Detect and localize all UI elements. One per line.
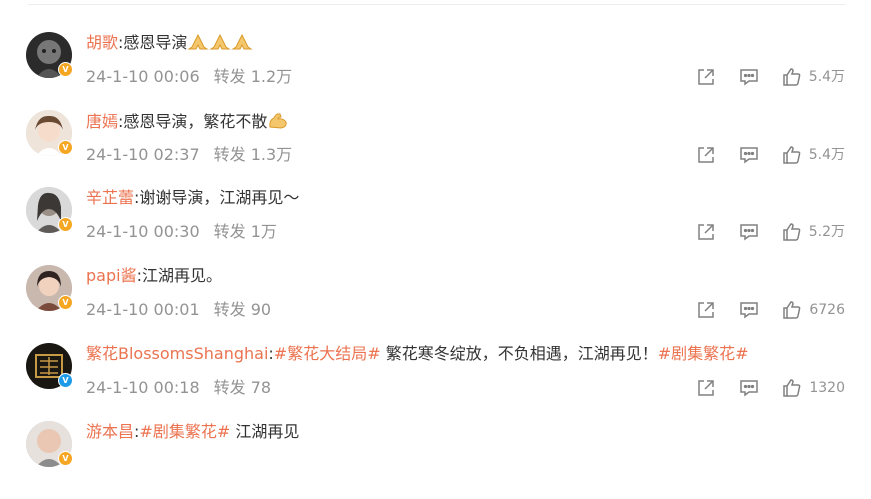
comment-content: 辛芷蕾:谢谢导演，江湖再见～	[86, 187, 299, 209]
like-count: 5.2万	[808, 224, 845, 240]
share-icon[interactable]	[695, 144, 717, 166]
comment-text: :感恩导演，繁花不散	[118, 112, 268, 131]
forward-count: 转发 1万	[213, 222, 277, 241]
forward-count: 转发 1.3万	[213, 145, 293, 164]
comment-text: 繁花寒冬绽放，不负相遇，江湖再见！	[380, 344, 658, 363]
comment-date: 24-1-10 00:06	[86, 67, 200, 86]
share-icon[interactable]	[695, 221, 717, 243]
forward-count: 转发 1.2万	[213, 67, 293, 86]
comment-text: :感恩导演	[118, 33, 188, 52]
thumbs-up-icon[interactable]	[781, 221, 803, 243]
comment-content: papi酱:江湖再见。	[86, 265, 222, 287]
comment-item: V 辛芷蕾:谢谢导演，江湖再见～ 24-1-10 00:30 转发 1万 5.2万	[0, 187, 871, 265]
comment-icon[interactable]	[738, 299, 760, 321]
comment-meta: 24-1-10 00:06 转发 1.2万	[86, 66, 292, 88]
comment-item: V 唐嫣:感恩导演，繁花不散 24-1-10 02:37 转发 1.3万 5.4万	[0, 110, 871, 188]
comment-icon[interactable]	[738, 66, 760, 88]
verified-badge-icon: V	[58, 451, 73, 466]
username-link[interactable]: 辛芷蕾	[86, 188, 134, 207]
username-link[interactable]: 游本昌	[86, 422, 134, 441]
comment-date: 24-1-10 00:30	[86, 222, 200, 241]
comment-meta: 24-1-10 00:30 转发 1万	[86, 221, 277, 243]
thumbs-up-icon[interactable]	[781, 144, 803, 166]
top-divider	[28, 4, 846, 5]
comment-content: 胡歌:感恩导演	[86, 32, 254, 57]
username-link[interactable]: 胡歌	[86, 33, 118, 52]
like-count: 1320	[809, 380, 845, 396]
comment-content: 游本昌:#剧集繁花# 江湖再见	[86, 421, 299, 443]
comment-icon[interactable]	[738, 221, 760, 243]
verified-badge-icon: V	[58, 373, 73, 388]
verified-badge-icon: V	[58, 62, 73, 77]
pray-hands-icon	[187, 33, 210, 57]
verified-badge-icon: V	[58, 217, 73, 232]
username-link[interactable]: papi酱	[86, 266, 137, 285]
thumbs-up-icon[interactable]	[781, 377, 803, 399]
comment-content: 繁花BlossomsShanghai:#繁花大结局# 繁花寒冬绽放，不负相遇，江…	[86, 343, 749, 365]
share-icon[interactable]	[695, 66, 717, 88]
pray-hands-icon	[231, 33, 254, 57]
thumbs-up-icon[interactable]	[781, 299, 803, 321]
comment-icon[interactable]	[738, 144, 760, 166]
share-icon[interactable]	[695, 377, 717, 399]
username-link[interactable]: 繁花BlossomsShanghai	[86, 344, 268, 363]
comment-actions: 5.4万	[695, 143, 845, 167]
comment-actions: 5.2万	[695, 220, 845, 244]
verified-badge-icon: V	[58, 140, 73, 155]
comment-meta: 24-1-10 02:37 转发 1.3万	[86, 144, 292, 166]
pray-hands-icon	[209, 33, 232, 57]
share-icon[interactable]	[695, 299, 717, 321]
comment-date: 24-1-10 00:18	[86, 378, 200, 397]
comment-meta: 24-1-10 00:01 转发 90	[86, 299, 271, 321]
comment-item: V 游本昌:#剧集繁花# 江湖再见	[0, 421, 871, 499]
hashtag-link[interactable]: #剧集繁花#	[658, 344, 749, 363]
forward-count: 转发 78	[213, 378, 272, 397]
comment-text: :江湖再见。	[136, 266, 222, 285]
comment-item: V 繁花BlossomsShanghai:#繁花大结局# 繁花寒冬绽放，不负相遇…	[0, 343, 871, 421]
comment-actions: 6726	[695, 298, 845, 322]
hashtag-link[interactable]: #剧集繁花#	[139, 422, 230, 441]
thumbs-up-icon[interactable]	[781, 66, 803, 88]
like-count: 6726	[809, 302, 845, 318]
username-link[interactable]: 唐嫣	[86, 112, 118, 131]
comment-content: 唐嫣:感恩导演，繁花不散	[86, 110, 289, 132]
comment-actions: 5.4万	[695, 65, 845, 89]
flexed-biceps-icon	[267, 110, 289, 136]
comment-actions: 1320	[695, 376, 845, 400]
like-count: 5.4万	[808, 147, 845, 163]
comment-date: 24-1-10 02:37	[86, 145, 200, 164]
comment-date: 24-1-10 00:01	[86, 300, 200, 319]
hashtag-link[interactable]: #繁花大结局#	[274, 344, 381, 363]
comment-text: :谢谢导演，江湖再见～	[134, 188, 300, 207]
comment-icon[interactable]	[738, 377, 760, 399]
comment-item: V papi酱:江湖再见。 24-1-10 00:01 转发 90 6726	[0, 265, 871, 343]
comment-item: V 胡歌:感恩导演 24-1-10 00:06 转发 1.2万 5.4万	[0, 32, 871, 110]
like-count: 5.4万	[808, 69, 845, 85]
comment-meta: 24-1-10 00:18 转发 78	[86, 377, 271, 399]
forward-count: 转发 90	[213, 300, 272, 319]
comment-text: 江湖再见	[230, 422, 300, 441]
verified-badge-icon: V	[58, 295, 73, 310]
